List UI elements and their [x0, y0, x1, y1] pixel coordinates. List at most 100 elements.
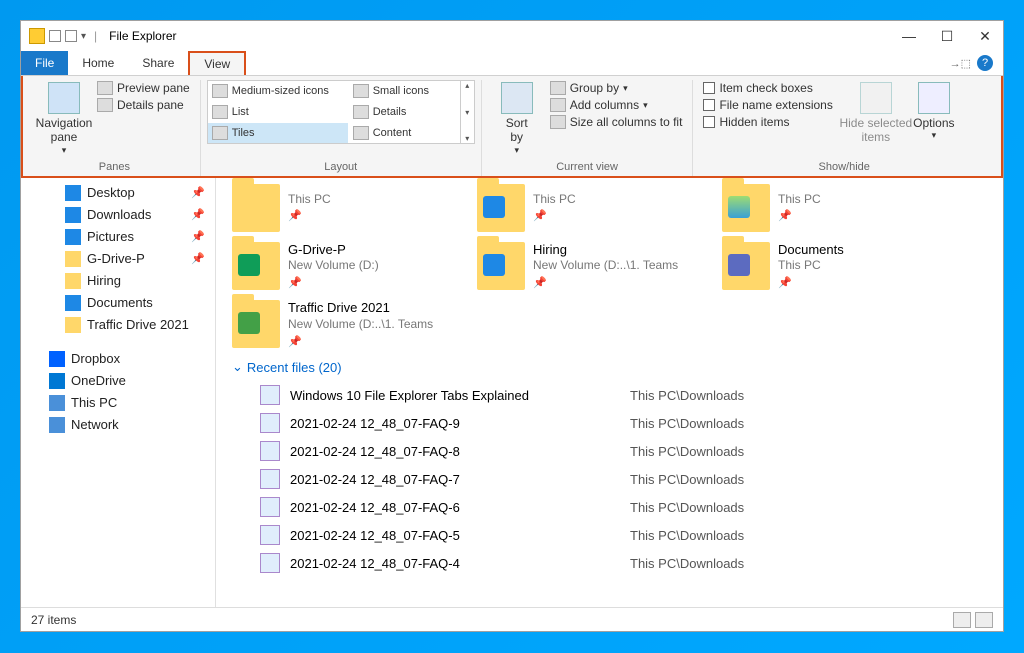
- folder-name: Documents: [778, 242, 844, 259]
- qa-toolbar-icon[interactable]: [65, 30, 77, 42]
- view-icons-button[interactable]: [975, 612, 993, 628]
- folder-icon: [65, 317, 81, 333]
- app-icon: [29, 28, 45, 44]
- sidebar-item[interactable]: Traffic Drive 2021: [21, 314, 215, 336]
- recent-file-row[interactable]: 2021-02-24 12_48_07-FAQ-7This PC\Downloa…: [232, 465, 987, 493]
- sidebar-item[interactable]: Hiring: [21, 270, 215, 292]
- sidebar-item[interactable]: This PC: [21, 392, 215, 414]
- pin-icon: 📌: [533, 209, 576, 223]
- navigation-pane-label: Navigation pane: [36, 116, 93, 145]
- file-name: 2021-02-24 12_48_07-FAQ-5: [290, 528, 620, 543]
- sidebar-item[interactable]: G-Drive-P📌: [21, 248, 215, 270]
- maximize-button[interactable]: ☐: [937, 26, 957, 46]
- folder-tile[interactable]: This PC📌: [232, 184, 457, 232]
- pin-icon: 📌: [191, 230, 205, 243]
- folder-location: This PC: [778, 258, 844, 274]
- folder-icon: [232, 242, 280, 290]
- ribbon-group-panes: Navigation pane ▾ Preview pane Details p…: [29, 80, 201, 176]
- folder-tile[interactable]: Traffic Drive 2021New Volume (D:..\1. Te…: [232, 300, 457, 349]
- tab-home[interactable]: Home: [68, 51, 128, 75]
- file-path: This PC\Downloads: [630, 528, 744, 543]
- folder-tile[interactable]: This PC📌: [477, 184, 702, 232]
- minimize-button[interactable]: —: [899, 26, 919, 46]
- close-button[interactable]: ✕: [975, 26, 995, 46]
- sidebar-item-label: Downloads: [87, 207, 151, 222]
- sidebar-item-label: Documents: [87, 295, 153, 310]
- layout-options[interactable]: Medium-sized icons Small icons ▴▾▾ List …: [207, 80, 475, 144]
- help-icon[interactable]: ?: [977, 55, 993, 71]
- sidebar-item[interactable]: Dropbox: [21, 348, 215, 370]
- sort-by-button[interactable]: Sort by ▾: [488, 80, 546, 158]
- file-icon: [260, 525, 280, 545]
- group-label-panes: Panes: [35, 158, 194, 176]
- recent-file-row[interactable]: 2021-02-24 12_48_07-FAQ-6 This PC\Downloa…: [232, 493, 987, 521]
- hide-selected-items-button[interactable]: Hide selected items: [847, 80, 905, 147]
- sidebar-item[interactable]: Desktop📌: [21, 182, 215, 204]
- recent-file-row[interactable]: 2021-02-24 12_48_07-FAQ-9This PC\Downloa…: [232, 409, 987, 437]
- file-path: This PC\Downloads: [630, 444, 744, 459]
- preview-pane-button[interactable]: Preview pane: [93, 80, 194, 96]
- sidebar-item-label: Desktop: [87, 185, 135, 200]
- item-check-boxes-toggle[interactable]: Item check boxes: [699, 80, 836, 96]
- file-name: 2021-02-24 12_48_07-FAQ-4: [290, 556, 620, 571]
- folder-icon: [232, 184, 280, 232]
- window-title: File Explorer: [109, 29, 176, 43]
- file-icon: [260, 385, 280, 405]
- sidebar-item-label: Traffic Drive 2021: [87, 317, 189, 332]
- sidebar-item[interactable]: OneDrive: [21, 370, 215, 392]
- recent-file-row[interactable]: 2021-02-24 12_48_07-FAQ-5 This PC\Downloa…: [232, 521, 987, 549]
- tab-share[interactable]: Share: [128, 51, 188, 75]
- options-button[interactable]: Options ▾: [905, 80, 963, 143]
- folder-tile[interactable]: This PC📌: [722, 184, 947, 232]
- group-label-showhide: Show/hide: [699, 158, 989, 176]
- qa-toolbar-icon[interactable]: [49, 30, 61, 42]
- file-path: This PC\Downloads: [630, 388, 744, 403]
- layout-tiles-selected: Tiles: [208, 123, 348, 143]
- folder-location: This PC: [533, 192, 576, 208]
- title-bar: ▾ | File Explorer — ☐ ✕: [21, 21, 1003, 51]
- recent-file-row[interactable]: 2021-02-24 12_48_07-FAQ-8This PC\Downloa…: [232, 437, 987, 465]
- folder-tile[interactable]: HiringNew Volume (D:..\1. Teams📌: [477, 242, 702, 291]
- file-icon: [260, 469, 280, 489]
- folder-location: This PC: [288, 192, 331, 208]
- folder-icon: [65, 185, 81, 201]
- navigation-pane-button[interactable]: Navigation pane ▾: [35, 80, 93, 158]
- folder-icon: [722, 242, 770, 290]
- sidebar-item[interactable]: Pictures 📌: [21, 226, 215, 248]
- size-all-columns-button[interactable]: Size all columns to fit: [546, 114, 687, 130]
- add-columns-button[interactable]: Add columns ▾: [546, 97, 687, 113]
- details-pane-button[interactable]: Details pane: [93, 97, 194, 113]
- hidden-items-toggle[interactable]: Hidden items: [699, 114, 836, 130]
- folder-icon: [65, 229, 81, 245]
- recent-file-row[interactable]: 2021-02-24 12_48_07-FAQ-4 This PC\Downloa…: [232, 549, 987, 577]
- folder-icon: [65, 273, 81, 289]
- folder-tile[interactable]: DocumentsThis PC📌: [722, 242, 947, 291]
- recent-files-header[interactable]: ⌄ Recent files (20): [232, 359, 987, 375]
- content-area[interactable]: This PC📌This PC📌This PC📌G-Drive-PNew Vol…: [216, 178, 1003, 607]
- file-path: This PC\Downloads: [630, 472, 744, 487]
- chevron-down-icon: ⌄: [232, 359, 243, 375]
- folder-tile[interactable]: G-Drive-PNew Volume (D:)📌: [232, 242, 457, 291]
- file-name: Windows 10 File Explorer Tabs Explained: [290, 388, 620, 403]
- sidebar-item-label: OneDrive: [71, 373, 126, 388]
- sidebar-item[interactable]: Network: [21, 414, 215, 436]
- sidebar-item-label: Pictures: [87, 229, 134, 244]
- group-by-button[interactable]: Group by ▾: [546, 80, 687, 96]
- view-details-button[interactable]: [953, 612, 971, 628]
- folder-name: G-Drive-P: [288, 242, 379, 259]
- navigation-pane[interactable]: Desktop📌Downloads📌Pictures📌G-Drive-P📌Hir…: [21, 178, 216, 607]
- sidebar-item[interactable]: Downloads📌: [21, 204, 215, 226]
- tab-file[interactable]: File: [21, 51, 68, 75]
- minimize-ribbon-icon[interactable]: →⬚: [950, 57, 971, 70]
- file-path: This PC\Downloads: [630, 556, 744, 571]
- recent-file-row[interactable]: Windows 10 File Explorer Tabs Explained T…: [232, 381, 987, 409]
- ribbon-group-current-view: Sort by ▾ Group by ▾ Add columns ▾ Size …: [482, 80, 694, 176]
- file-icon: [260, 497, 280, 517]
- file-path: This PC\Downloads: [630, 500, 744, 515]
- sidebar-item-label: Dropbox: [71, 351, 120, 366]
- pin-icon: 📌: [191, 252, 205, 265]
- sidebar-item[interactable]: Documents: [21, 292, 215, 314]
- tab-view[interactable]: View: [188, 51, 246, 75]
- file-name: 2021-02-24 12_48_07-FAQ-6: [290, 500, 620, 515]
- file-name-extensions-toggle[interactable]: File name extensions: [699, 97, 836, 113]
